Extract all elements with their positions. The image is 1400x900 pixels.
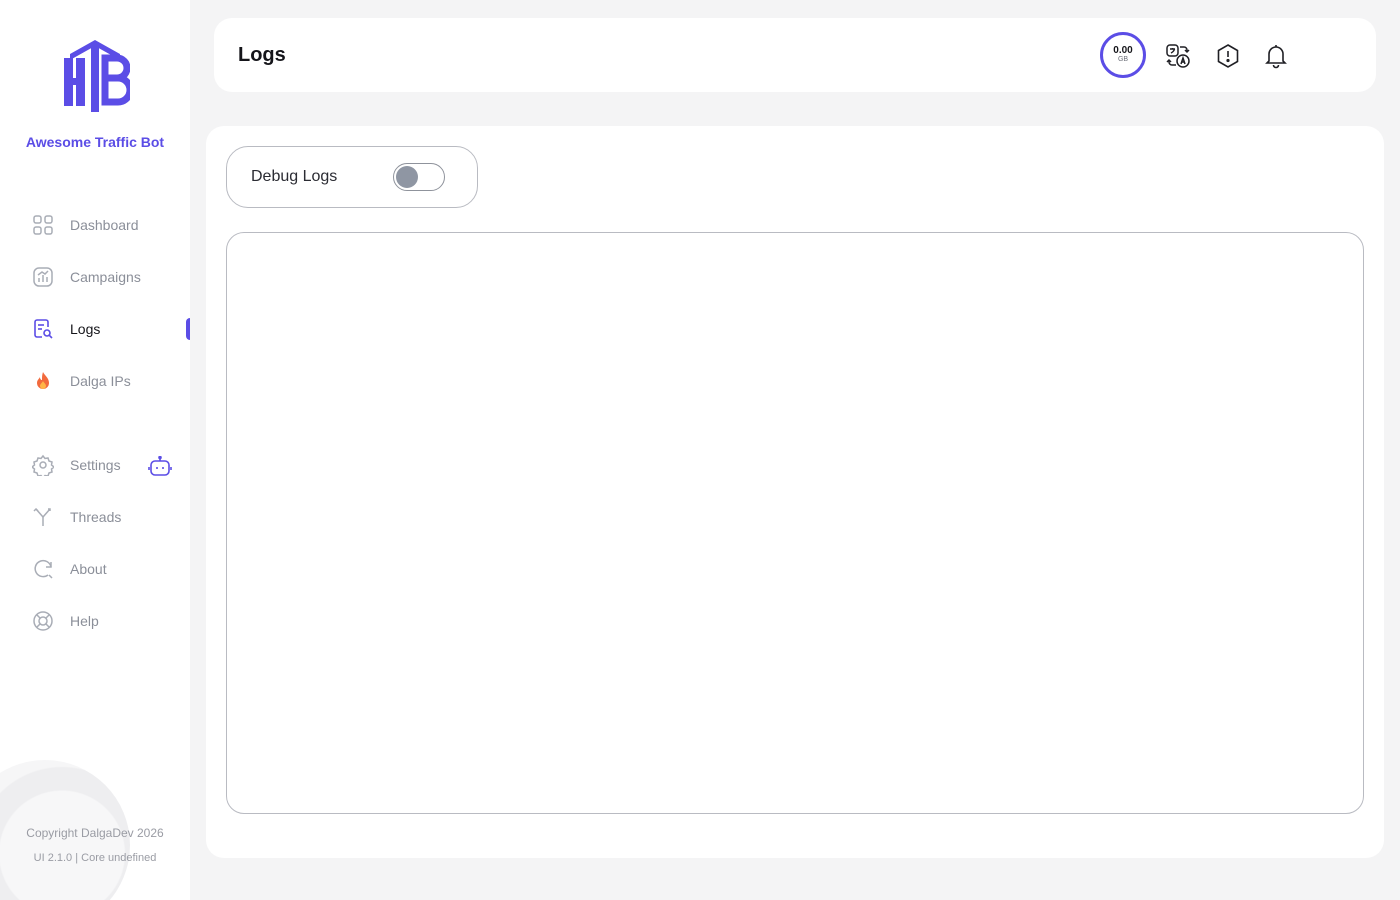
sidebar-item-help[interactable]: Help (0, 603, 190, 639)
dashboard-grid-icon (32, 214, 54, 236)
log-output[interactable] (226, 232, 1364, 814)
brand-logo[interactable] (60, 38, 130, 114)
bell-icon (1265, 45, 1287, 69)
notifications-button[interactable] (1263, 43, 1289, 69)
sidebar-item-dashboard[interactable]: Dashboard (0, 207, 190, 243)
sidebar-item-dalga-ips[interactable]: Dalga IPs (0, 363, 190, 399)
page-title: Logs (238, 44, 286, 66)
version-text: UI 2.1.0 | Core undefined (33, 852, 157, 864)
top-header: Logs 0.00 GB (214, 18, 1376, 92)
fire-icon (32, 370, 54, 392)
translate-icon (1166, 44, 1190, 68)
alerts-button[interactable] (1215, 43, 1241, 69)
sidebar-item-campaigns[interactable]: Campaigns (0, 259, 190, 295)
copyright-text: Copyright DalgaDev 2026 (26, 826, 164, 840)
language-button[interactable] (1165, 43, 1191, 69)
sidebar-item-label: Threads (70, 509, 122, 525)
sidebar-item-label: Settings (70, 457, 121, 473)
sidebar-item-label: Logs (70, 321, 101, 337)
logs-search-icon (32, 318, 54, 340)
lifebuoy-icon (32, 610, 54, 632)
sidebar-item-threads[interactable]: Threads (0, 499, 190, 535)
sidebar-item-logs[interactable]: Logs (0, 311, 190, 347)
sidebar: Awesome Traffic Bot Dashboard Campaigns (0, 0, 190, 900)
sidebar-item-label: Help (70, 613, 99, 629)
logs-panel: Debug Logs (206, 126, 1384, 858)
sidebar-item-label: About (70, 561, 107, 577)
chart-icon (32, 266, 54, 288)
data-usage-indicator[interactable]: 0.00 GB (1100, 32, 1146, 78)
about-refresh-icon (32, 558, 54, 580)
debug-logs-label: Debug Logs (251, 168, 338, 185)
alert-hexagon-icon (1217, 44, 1239, 68)
sidebar-item-about[interactable]: About (0, 551, 190, 587)
sidebar-item-label: Dashboard (70, 217, 139, 233)
active-indicator (186, 318, 190, 340)
gear-icon (32, 454, 54, 476)
usage-unit: GB (1117, 56, 1129, 63)
debug-logs-control: Debug Logs (226, 146, 478, 208)
sidebar-item-label: Campaigns (70, 269, 141, 285)
robot-icon[interactable] (148, 456, 172, 478)
usage-value: 0.00 (1113, 45, 1133, 56)
threads-fork-icon (32, 506, 54, 528)
toggle-knob (396, 166, 418, 188)
sidebar-item-label: Dalga IPs (70, 373, 131, 389)
debug-logs-toggle[interactable] (393, 163, 445, 191)
brand-name: Awesome Traffic Bot (25, 134, 165, 150)
